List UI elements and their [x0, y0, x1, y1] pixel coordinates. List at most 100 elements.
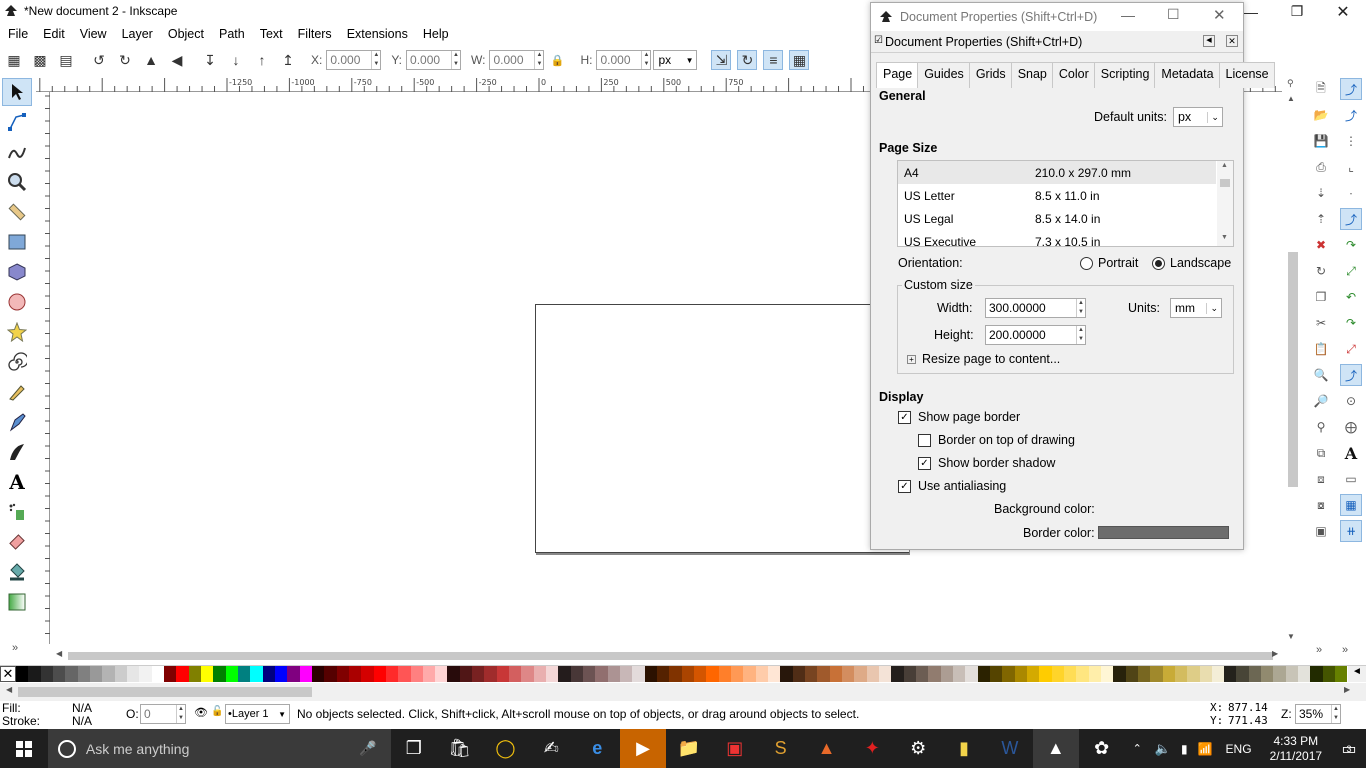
snap-bbox-icon[interactable]: ⤴: [1340, 104, 1362, 126]
palette-swatch[interactable]: [1236, 666, 1249, 682]
tab-page[interactable]: Page: [876, 62, 919, 89]
landscape-radio-button[interactable]: [1152, 256, 1165, 270]
opacity-field[interactable]: 0 ▲ ▼: [140, 704, 186, 724]
palette-swatch[interactable]: [706, 666, 719, 682]
border-color-swatch[interactable]: [1098, 526, 1229, 539]
snap-overflow-icon[interactable]: »: [1342, 644, 1348, 656]
page-size-scroll-thumb[interactable]: [1220, 179, 1230, 187]
palette-swatch[interactable]: [336, 666, 349, 682]
tab-license[interactable]: License: [1218, 62, 1275, 88]
palette-swatch[interactable]: [126, 666, 140, 682]
zoom-drawing-icon[interactable]: 🔎: [1310, 390, 1332, 412]
palette-swatch[interactable]: [40, 666, 53, 682]
y-field[interactable]: ▲▼: [406, 50, 462, 70]
palette-swatch[interactable]: [484, 666, 497, 682]
height-spin-arrows[interactable]: ▲ ▼: [1076, 326, 1085, 344]
group-icon[interactable]: ▣: [1310, 520, 1332, 542]
palette-swatch[interactable]: [250, 666, 263, 682]
layer-select[interactable]: •Layer 1 ▼: [225, 704, 290, 724]
new-document-icon[interactable]: 🗎: [1310, 78, 1332, 100]
scroll-down-icon[interactable]: ▼: [1287, 632, 1295, 641]
scroll-left-icon[interactable]: ◀: [56, 649, 62, 658]
palette-swatch[interactable]: [694, 666, 707, 682]
dock-close-icon[interactable]: ✕: [1226, 35, 1238, 47]
clone-icon[interactable]: ⧈: [1310, 468, 1332, 490]
h-field[interactable]: ▲▼: [596, 50, 652, 70]
scroll-right-icon[interactable]: ▶: [1272, 649, 1278, 658]
dialog-minimize-button[interactable]: —: [1121, 7, 1135, 23]
palette-swatch[interactable]: [1088, 666, 1101, 682]
snap-bbox-midpoint-icon[interactable]: ∙: [1340, 182, 1362, 204]
palette-swatch[interactable]: [1100, 666, 1114, 682]
dock-icon[interactable]: ◀: [1203, 35, 1215, 47]
battery-icon[interactable]: ▮: [1181, 742, 1188, 756]
spiral-tool-icon[interactable]: [2, 348, 32, 376]
lock-icon[interactable]: 🔒: [547, 50, 567, 70]
duplicate-icon[interactable]: ⧉: [1310, 442, 1332, 464]
scroll-up-icon[interactable]: ▲: [1221, 162, 1228, 169]
select-all-layers-icon[interactable]: ▩: [30, 50, 50, 70]
palette-swatch[interactable]: [299, 666, 312, 682]
palette-swatch[interactable]: [287, 666, 300, 682]
file-explorer-icon[interactable]: 📁: [666, 729, 712, 768]
palette-swatch[interactable]: [1248, 666, 1262, 682]
commands-overflow-icon[interactable]: »: [1316, 644, 1322, 656]
y-input[interactable]: [407, 51, 452, 69]
palette-swatch[interactable]: [1137, 666, 1151, 682]
palette-swatch[interactable]: [607, 666, 621, 682]
palette-swatch[interactable]: [903, 666, 916, 682]
palette-scroll-right-icon[interactable]: ▶: [1344, 685, 1350, 694]
palette-swatch[interactable]: [620, 666, 633, 682]
palette-swatch[interactable]: [102, 666, 115, 682]
snap-bbox-edge-icon[interactable]: ⋮: [1340, 130, 1362, 152]
selector-tool-icon[interactable]: [2, 78, 32, 106]
palette-swatch[interactable]: [1310, 666, 1323, 682]
scale-stroke-icon[interactable]: ⇲: [711, 50, 732, 70]
snap-intersections-icon[interactable]: ⤢: [1340, 260, 1362, 282]
palette-swatch[interactable]: [977, 666, 990, 682]
vertical-scrollbar[interactable]: ⚲ ▲ ▼: [1283, 76, 1301, 648]
word-icon[interactable]: W: [987, 729, 1033, 768]
palette-swatch[interactable]: [1298, 666, 1311, 682]
palette-swatch[interactable]: [1076, 666, 1089, 682]
use-antialiasing-row[interactable]: ✓ Use antialiasing: [898, 479, 1006, 493]
palette-swatch[interactable]: [176, 666, 189, 682]
raise-icon[interactable]: ↑: [252, 50, 272, 70]
horizontal-scroll-thumb[interactable]: [68, 652, 1273, 660]
h-spin-arrows[interactable]: ▲ ▼: [641, 51, 650, 69]
export-icon[interactable]: ⇡: [1310, 208, 1332, 230]
show-hidden-icons[interactable]: ⌃: [1133, 742, 1142, 755]
palette-swatch[interactable]: [348, 666, 362, 682]
palette-swatch[interactable]: [743, 666, 756, 682]
calligraphy-tool-icon[interactable]: [2, 438, 32, 466]
palette-swatch[interactable]: [866, 666, 879, 682]
stroke-value[interactable]: N/A: [72, 714, 92, 728]
width-input[interactable]: [986, 299, 1076, 317]
palette-swatch[interactable]: [422, 666, 436, 682]
measure-tool-icon[interactable]: [2, 198, 32, 226]
palette-scroll-left-icon[interactable]: ◀: [6, 685, 12, 694]
toolbox-overflow-icon[interactable]: »: [12, 642, 18, 654]
cortana-search-box[interactable]: Ask me anything 🎤: [47, 729, 391, 768]
palette-swatch[interactable]: [373, 666, 386, 682]
cut-icon[interactable]: ✂: [1310, 312, 1332, 334]
snap-grids-icon[interactable]: ▦: [1340, 494, 1362, 516]
x-field[interactable]: ▲▼: [326, 50, 382, 70]
ellipse-tool-icon[interactable]: [2, 288, 32, 316]
snap-text-baseline-icon[interactable]: A: [1340, 442, 1362, 464]
palette-swatch[interactable]: [1187, 666, 1200, 682]
sticky-notes-icon[interactable]: ▮: [941, 729, 987, 768]
tab-snap[interactable]: Snap: [1010, 62, 1053, 88]
palette-swatch[interactable]: [965, 666, 978, 682]
palette-swatch[interactable]: [28, 666, 41, 682]
scroll-up-icon[interactable]: ▲: [1287, 94, 1295, 103]
snap-cusp-nodes-icon[interactable]: ↶: [1340, 286, 1362, 308]
show-page-border-checkbox[interactable]: ✓: [898, 410, 911, 424]
palette-swatch[interactable]: [731, 666, 744, 682]
print-icon[interactable]: ⎙: [1310, 156, 1332, 178]
paint-bucket-tool-icon[interactable]: [2, 558, 32, 586]
dialog-maximize-button[interactable]: ☐: [1167, 6, 1180, 23]
palette-swatch[interactable]: [1150, 666, 1163, 682]
scroll-down-icon[interactable]: ▼: [1221, 234, 1228, 241]
rotate-ccw-icon[interactable]: ↺: [89, 50, 109, 70]
